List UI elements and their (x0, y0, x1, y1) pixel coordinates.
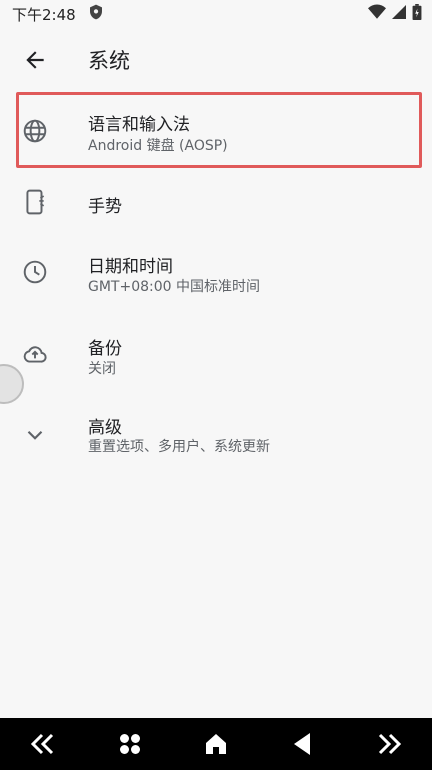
item-summary: 重置选项、多用户、系统更新 (88, 439, 270, 455)
status-bar: 下午2:48 (0, 0, 432, 28)
home-icon[interactable] (198, 726, 234, 762)
double-chevron-left-icon[interactable] (25, 726, 61, 762)
navigation-bar (0, 718, 432, 770)
item-title: 语言和输入法 (88, 115, 190, 135)
list-item-date-time[interactable]: 日期和时间 GMT+08:00 中国标准时间 (0, 234, 432, 316)
item-title: 日期和时间 (88, 257, 173, 277)
list-item-gestures[interactable]: 手势 (0, 170, 432, 234)
cloud-upload-icon (22, 341, 48, 367)
item-title: 高级 (88, 418, 122, 438)
page-title: 系统 (88, 49, 130, 73)
chevron-down-icon (22, 422, 48, 448)
apps-grid-icon[interactable] (112, 726, 148, 762)
globe-icon (22, 118, 48, 144)
list-item-advanced[interactable]: 高级 重置选项、多用户、系统更新 (0, 396, 432, 476)
battery-icon (412, 4, 422, 24)
item-summary: 关闭 (88, 361, 116, 377)
shield-icon (88, 4, 104, 24)
phone-gesture-icon (22, 189, 48, 215)
signal-icon (392, 4, 406, 24)
wifi-icon (368, 4, 386, 24)
item-title: 手势 (88, 197, 122, 217)
clock-icon (22, 259, 48, 285)
list-item-language-input[interactable]: 语言和输入法 Android 键盘 (AOSP) (0, 90, 432, 170)
back-arrow-icon[interactable] (22, 47, 48, 73)
list-item-backup[interactable]: 备份 关闭 (0, 316, 432, 396)
item-title: 备份 (88, 339, 122, 359)
item-summary: GMT+08:00 中国标准时间 (88, 279, 261, 295)
item-summary: Android 键盘 (AOSP) (88, 138, 228, 154)
back-triangle-icon[interactable] (284, 726, 320, 762)
status-time: 下午2:48 (12, 5, 76, 24)
double-chevron-right-icon[interactable] (371, 726, 407, 762)
app-bar: 系统 (0, 28, 432, 90)
